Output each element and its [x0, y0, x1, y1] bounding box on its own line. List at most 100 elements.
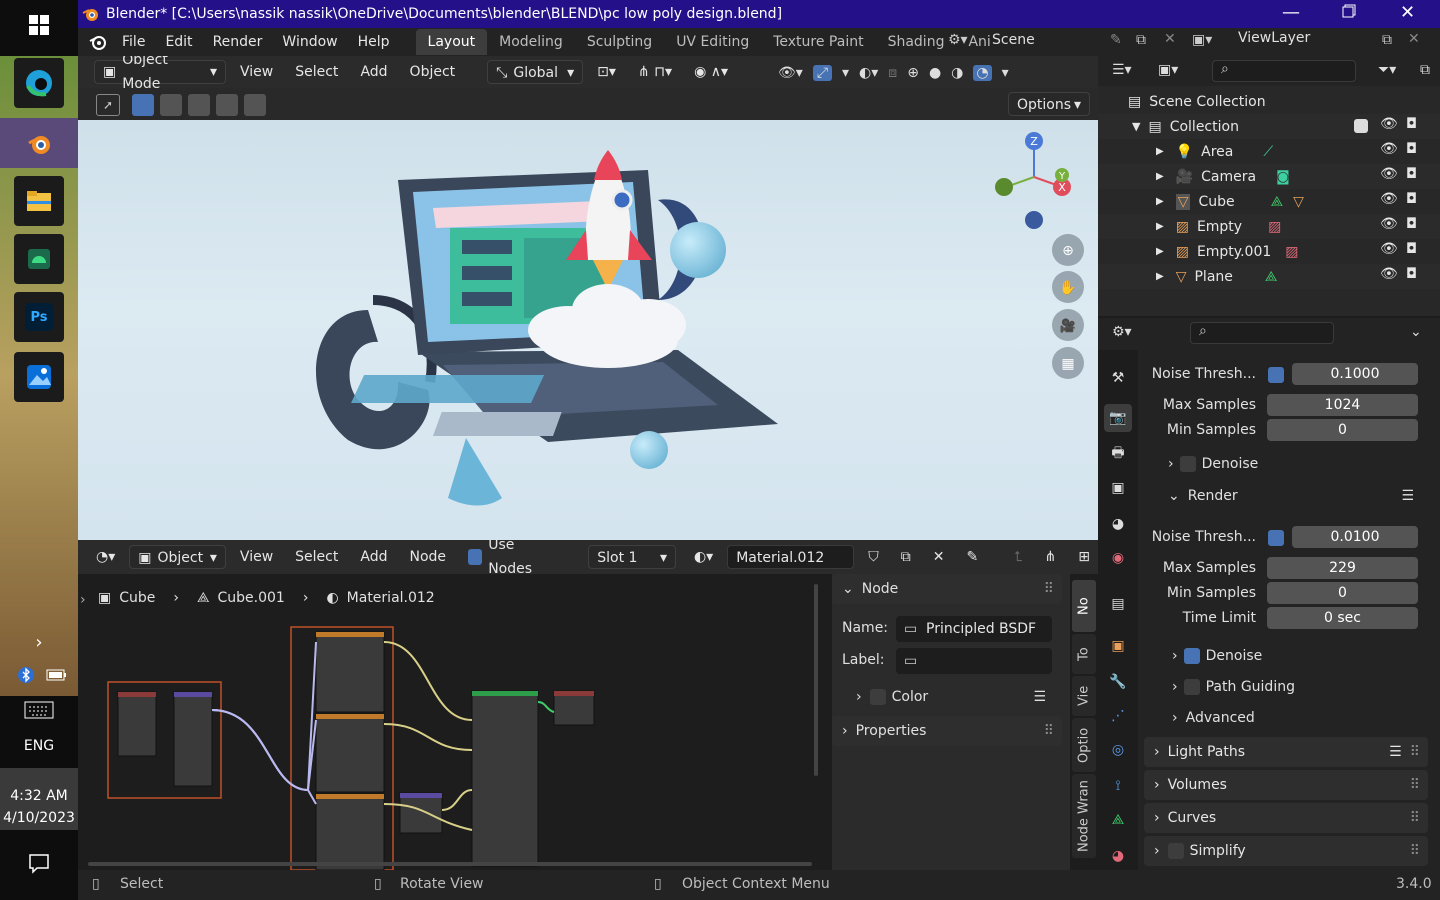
viewport-denoise-subpanel[interactable]: › Denoise [1168, 456, 1258, 472]
volumes-panel[interactable]: › Volumes ⠿ [1144, 770, 1428, 800]
view-layer-name[interactable]: ViewLayer [1238, 30, 1310, 46]
render-max-samples-field[interactable]: 229 [1267, 557, 1418, 579]
snap-node-icon[interactable]: ⋔ [1037, 545, 1065, 569]
viewport-min-samples-field[interactable]: 0 [1267, 419, 1418, 441]
view-layer-icon[interactable]: ▣▾ [1192, 32, 1212, 48]
pivot-point-icon[interactable]: ⊡▾ [589, 60, 624, 84]
node-editor-vscrollbar[interactable] [814, 584, 818, 776]
parent-node-tree-icon[interactable]: ⮤ [1006, 545, 1030, 569]
node-menu-add[interactable]: Add [352, 545, 395, 569]
new-scene-icon[interactable]: ⧉ [1136, 32, 1146, 48]
filter-icon[interactable]: ⏷▾ [1378, 62, 1396, 78]
render-noise-field[interactable]: 0.0100 [1292, 526, 1418, 548]
viewport-noise-field[interactable]: 0.1000 [1292, 363, 1418, 385]
tab-node-wrangler[interactable]: Node Wran [1072, 774, 1096, 858]
render-noise-checkbox[interactable] [1268, 530, 1284, 546]
photos-icon[interactable] [14, 352, 64, 402]
node-name-field[interactable]: ▭ Principled BSDF [896, 616, 1052, 642]
clock-date[interactable]: 4/10/2023 [0, 810, 78, 826]
node-label-field[interactable]: ▭ [896, 648, 1052, 674]
3d-viewport[interactable]: ▣ Object Mode ▾ View Select Add Object ⤡ Gl… [78, 56, 1098, 540]
viewport-noise-checkbox[interactable] [1268, 367, 1284, 383]
blender-icon[interactable] [0, 118, 78, 168]
mode-selector[interactable]: ▣ Object Mode ▾ [94, 56, 226, 92]
scene-selector[interactable]: ⚙▾ Scene [948, 32, 1118, 52]
tab-texture-paint[interactable]: Texture Paint [761, 29, 875, 55]
outliner-item-empty[interactable]: ▶ ▨ Empty ▨ 👁 ◘ [1098, 214, 1440, 239]
physics-tab-icon[interactable]: ◎ [1104, 736, 1132, 764]
node-grid-icon[interactable]: ⊞ [1070, 545, 1098, 569]
wireframe-shading-icon[interactable]: ⊕ [907, 65, 919, 81]
menu-file[interactable]: File [112, 28, 155, 56]
close-button[interactable]: ✕ [1400, 2, 1415, 23]
render-denoise-subpanel[interactable]: › Denoise [1172, 648, 1262, 664]
unlink-material-icon[interactable]: ✕ [925, 545, 953, 569]
overlay-icon[interactable]: ◐▾ [859, 65, 878, 81]
tab-modeling[interactable]: Modeling [487, 29, 575, 55]
tab-sculpting[interactable]: Sculpting [575, 29, 664, 55]
maximize-button[interactable] [1342, 4, 1356, 18]
tool-tab-icon[interactable]: ⚒ [1104, 364, 1132, 392]
shader-node-editor[interactable]: ◔▾ ▣ Object ▾ View Select Add Node Use Nod… [78, 540, 1098, 870]
new-view-layer-icon[interactable]: ⧉ [1382, 32, 1392, 48]
modifier-tab-icon[interactable]: 🔧 [1104, 668, 1132, 696]
constraints-tab-icon[interactable]: ⟟ [1104, 772, 1132, 800]
use-nodes-toggle[interactable]: Use Nodes [460, 540, 562, 577]
battery-icon[interactable] [46, 668, 68, 682]
pin-icon[interactable]: ✎ [959, 545, 987, 569]
transform-orientation-selector[interactable]: ⤡ Global ▾ [487, 60, 584, 84]
material-name-field[interactable]: Material.012 [727, 545, 855, 569]
properties-subpanel[interactable]: › Properties ⠿ [832, 716, 1062, 746]
curves-panel[interactable]: › Curves ⠿ [1144, 803, 1428, 833]
render-subpanel[interactable]: ⌄ Render ☰ [1168, 488, 1428, 504]
select-extend-icon[interactable] [160, 94, 182, 116]
properties-editor-icon[interactable]: ⚙▾ [1112, 324, 1132, 340]
viewport-menu-view[interactable]: View [232, 60, 281, 84]
node-panel-header[interactable]: ⌄ Node ⠿ [832, 574, 1062, 604]
blender-menu-icon[interactable] [88, 32, 108, 52]
tab-layout[interactable]: Layout [415, 29, 488, 55]
tab-uv-editing[interactable]: UV Editing [664, 29, 761, 55]
outliner-collection[interactable]: ▼ ▤ Collection 👁 ◘ [1098, 114, 1440, 139]
viewport-menu-object[interactable]: Object [402, 60, 464, 84]
menu-window[interactable]: Window [272, 28, 347, 56]
material-shading-icon[interactable]: ◑ [951, 65, 963, 81]
options-dropdown[interactable]: Options ▾ [1008, 92, 1090, 116]
snap-icon[interactable]: ⋔ ⊓▾ [630, 60, 680, 84]
select-intersect-icon[interactable] [244, 94, 266, 116]
viewport-menu-select[interactable]: Select [287, 60, 346, 84]
slot-selector[interactable]: Slot 1 ▾ [588, 545, 676, 569]
delete-view-layer-icon[interactable]: ✕ [1408, 31, 1420, 47]
object-tab-icon[interactable]: ▣ [1104, 632, 1132, 660]
outliner-item-cube[interactable]: ▶ ▽ Cube ⟁ ▽ 👁 ◘ [1098, 189, 1440, 214]
collection-tab-icon[interactable]: ▤ [1104, 590, 1132, 618]
node-menu-node[interactable]: Node [401, 545, 454, 569]
world-tab-icon[interactable]: ◉ [1104, 544, 1132, 572]
shader-type-selector[interactable]: ▣ Object ▾ [129, 545, 226, 569]
tab-shading[interactable]: Shading [876, 29, 957, 55]
new-collection-icon[interactable]: ⧉ [1420, 62, 1430, 78]
properties-search-input[interactable]: ⌕ [1190, 322, 1334, 344]
pin-scene-icon[interactable]: ✎ [1110, 32, 1122, 48]
simplify-panel[interactable]: › Simplify ⠿ [1144, 836, 1428, 866]
language-indicator[interactable]: ENG [0, 738, 78, 754]
edge-icon[interactable] [14, 58, 64, 108]
solid-shading-icon[interactable]: ● [929, 65, 941, 81]
delete-scene-icon[interactable]: ✕ [1164, 31, 1176, 47]
visibility-icon[interactable]: 👁▾ [778, 65, 803, 81]
advanced-subpanel[interactable]: › Advanced [1172, 710, 1255, 726]
clock-time[interactable]: 4:32 AM [0, 788, 78, 804]
output-tab-icon[interactable]: 🖶 [1104, 440, 1132, 468]
outliner-item-camera[interactable]: ▶ 🎥 Camera ◙ 👁 ◘ [1098, 164, 1440, 189]
select-difference-icon[interactable] [216, 94, 238, 116]
display-mode-icon[interactable]: ▣▾ [1158, 62, 1178, 78]
render-min-samples-field[interactable]: 0 [1267, 582, 1418, 604]
editor-type-icon[interactable]: ◔▾ [88, 545, 123, 569]
properties-options-icon[interactable]: ⌄ [1410, 324, 1422, 340]
select-new-icon[interactable] [132, 94, 154, 116]
viewport-max-samples-field[interactable]: 1024 [1267, 394, 1418, 416]
node-menu-select[interactable]: Select [287, 545, 346, 569]
fake-user-icon[interactable]: ⛉ [860, 545, 887, 569]
node-menu-view[interactable]: View [232, 545, 281, 569]
rendered-shading-icon[interactable]: ◔ [973, 65, 992, 81]
